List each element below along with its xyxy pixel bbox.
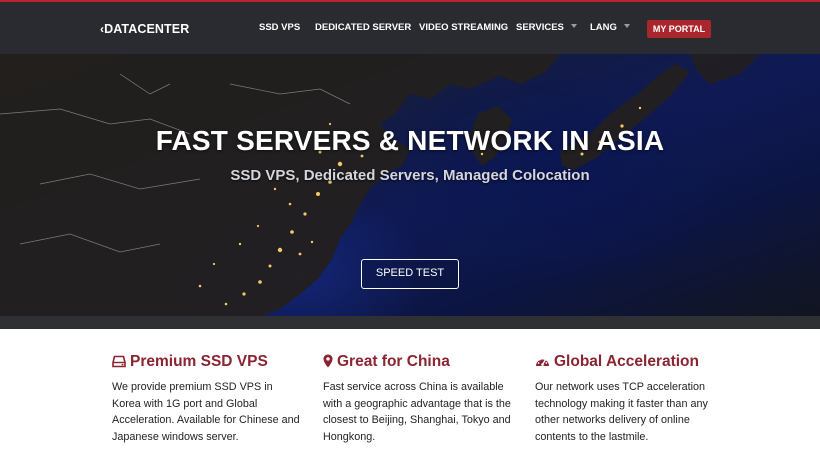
dashboard-icon bbox=[536, 357, 549, 366]
feature-text: We provide premium SSD VPS in Korea with… bbox=[112, 381, 300, 443]
logo[interactable]: ‹DATACENTER bbox=[100, 22, 189, 36]
navbar: ‹DATACENTER SSD VPS DEDICATED SERVER VID… bbox=[0, 2, 820, 54]
nav-label: LANG bbox=[590, 22, 617, 33]
caret-down-icon bbox=[570, 24, 577, 28]
speed-test-button[interactable]: SPEED TEST bbox=[361, 259, 459, 289]
feature-title: Global Acceleration bbox=[554, 353, 699, 370]
nav-label: SSD VPS bbox=[259, 22, 301, 33]
nav-services[interactable]: SERVICES bbox=[516, 22, 577, 34]
caret-down-icon bbox=[623, 24, 630, 28]
feature-text: Our network uses TCP acceleration techno… bbox=[535, 381, 708, 443]
nav-label: VIDEO STREAMING bbox=[419, 22, 509, 33]
feature-title: Premium SSD VPS bbox=[130, 353, 268, 370]
feature-ssd-vps: Premium SSD VPS We provide premium SSD V… bbox=[112, 353, 302, 445]
hdd-icon bbox=[112, 355, 126, 368]
my-portal-button[interactable]: MY PORTAL bbox=[647, 20, 711, 38]
feature-heading: Great for China bbox=[323, 353, 513, 371]
divider-strip bbox=[0, 316, 820, 329]
feature-text: Fast service across China is available w… bbox=[323, 381, 511, 443]
nav-dedicated-server[interactable]: DEDICATED SERVER bbox=[315, 22, 411, 34]
map-marker-icon bbox=[323, 354, 333, 368]
nav-lang[interactable]: LANG bbox=[590, 22, 630, 34]
feature-heading: Premium SSD VPS bbox=[112, 353, 302, 371]
logo-text: DATACENTER bbox=[104, 22, 190, 36]
feature-acceleration: Global Acceleration Our network uses TCP… bbox=[535, 353, 725, 445]
feature-title: Great for China bbox=[337, 353, 450, 370]
nav-ssd-vps[interactable]: SSD VPS bbox=[259, 22, 300, 34]
feature-heading: Global Acceleration bbox=[535, 353, 725, 371]
hero-title: FAST SERVERS & NETWORK IN ASIA bbox=[155, 125, 665, 156]
hero-subtitle: SSD VPS, Dedicated Servers, Managed Colo… bbox=[230, 167, 590, 184]
feature-china: Great for China Fast service across Chin… bbox=[323, 353, 513, 445]
hero-banner: FAST SERVERS & NETWORK IN ASIA SSD VPS, … bbox=[0, 54, 820, 316]
nav-label: SERVICES bbox=[516, 22, 564, 33]
nav-label: DEDICATED SERVER bbox=[315, 22, 412, 33]
nav-video-streaming[interactable]: VIDEO STREAMING bbox=[419, 22, 508, 34]
